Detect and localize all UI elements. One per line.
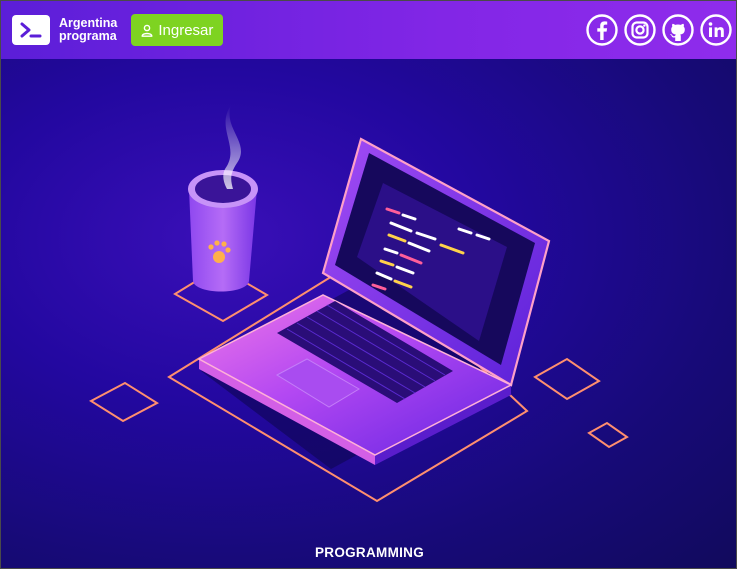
facebook-icon bbox=[586, 14, 618, 46]
linkedin-link[interactable] bbox=[700, 14, 732, 46]
social-links bbox=[586, 14, 732, 46]
linkedin-icon bbox=[700, 14, 732, 46]
instagram-link[interactable] bbox=[624, 14, 656, 46]
instagram-icon bbox=[624, 14, 656, 46]
outline-diamond-left bbox=[88, 381, 160, 423]
brand-link[interactable]: Argentina programa bbox=[12, 15, 117, 45]
login-label: Ingresar bbox=[158, 21, 214, 39]
outline-diamond-right bbox=[533, 357, 601, 401]
github-icon bbox=[662, 14, 694, 46]
terminal-icon bbox=[12, 15, 50, 45]
outline-diamond-small bbox=[587, 421, 629, 449]
navbar: Argentina programa Ingresar bbox=[1, 1, 736, 59]
brand-line-2: programa bbox=[59, 29, 117, 43]
hero-banner: PROGRAMMING bbox=[1, 59, 736, 568]
github-link[interactable] bbox=[662, 14, 694, 46]
login-button[interactable]: Ingresar bbox=[131, 14, 224, 46]
user-icon bbox=[141, 24, 153, 37]
app-frame: Argentina programa Ingresar PROGRAMMING bbox=[0, 0, 737, 569]
coffee-cup bbox=[188, 105, 258, 292]
hero-caption: PROGRAMMING bbox=[314, 545, 425, 560]
facebook-link[interactable] bbox=[586, 14, 618, 46]
brand-name: Argentina programa bbox=[59, 17, 117, 43]
programming-illustration bbox=[88, 105, 629, 503]
